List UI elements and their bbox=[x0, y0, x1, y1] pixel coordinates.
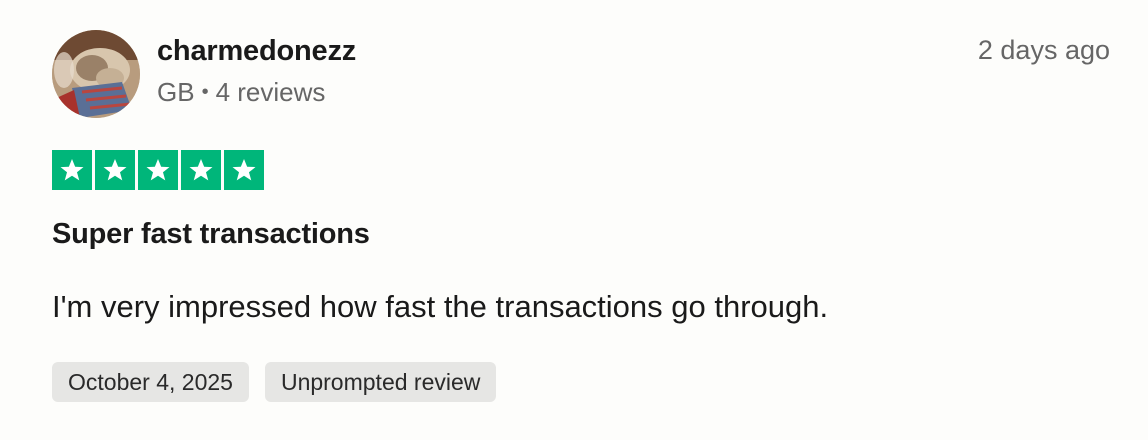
review-type-tag[interactable]: Unprompted review bbox=[264, 362, 497, 402]
meta-separator: • bbox=[201, 81, 209, 103]
review-count: 4 reviews bbox=[215, 77, 326, 107]
country-code: GB bbox=[157, 77, 195, 107]
review-tags: October 4, 2025 Unprompted review bbox=[52, 362, 497, 402]
avatar[interactable] bbox=[52, 30, 140, 118]
user-meta: GB • 4 reviews bbox=[157, 76, 356, 108]
review-body: I'm very impressed how fast the transact… bbox=[52, 289, 829, 324]
star-box bbox=[181, 150, 221, 190]
star-rating bbox=[52, 150, 264, 190]
posted-ago: 2 days ago bbox=[977, 35, 1110, 65]
review-title[interactable]: Super fast transactions bbox=[52, 214, 370, 254]
username[interactable]: charmedonezz bbox=[157, 32, 356, 70]
cat-photo-avatar-icon bbox=[52, 30, 140, 118]
review-card: charmedonezz GB • 4 reviews 2 days ago S… bbox=[0, 0, 1148, 440]
star-icon bbox=[232, 158, 256, 181]
review-header: charmedonezz GB • 4 reviews bbox=[52, 30, 356, 118]
user-info: charmedonezz GB • 4 reviews bbox=[157, 30, 356, 108]
star-box bbox=[52, 150, 92, 190]
experience-date-tag: October 4, 2025 bbox=[52, 362, 249, 402]
star-box bbox=[138, 150, 178, 190]
star-icon bbox=[189, 158, 213, 181]
star-box bbox=[224, 150, 264, 190]
star-box bbox=[95, 150, 135, 190]
star-icon bbox=[103, 158, 127, 181]
star-icon bbox=[146, 158, 170, 181]
star-icon bbox=[60, 158, 84, 181]
